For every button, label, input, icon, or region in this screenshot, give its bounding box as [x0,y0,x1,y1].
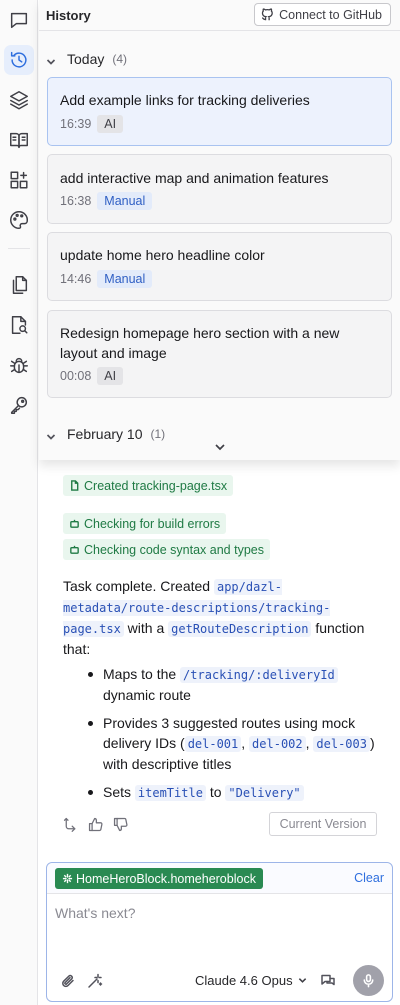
status-chip: Checking code syntax and types [63,539,270,560]
bug-icon[interactable] [4,350,34,380]
connect-github-button[interactable]: Connect to GitHub [254,3,391,26]
key-icon[interactable] [4,390,34,420]
message-text: to [205,784,226,800]
book-icon[interactable] [4,125,34,155]
status-chip-label: Checking code syntax and types [84,542,264,557]
history-item[interactable]: Redesign homepage hero section with a ne… [47,310,392,398]
history-item-title: update home hero headline color [60,247,265,263]
message-text: Task complete. Created [63,578,214,594]
assistant-message: Task complete. Created app/dazl-metadata… [63,576,383,659]
sparkle-icon [62,873,73,884]
chevron-down-icon [46,429,56,440]
source-badge: AI [97,367,124,385]
list-item: Sets itemTitle to "Delivery" [85,782,375,803]
inline-code: getRouteDescription [168,621,312,637]
history-item[interactable]: add interactive map and animation featur… [47,154,392,224]
scroll-down-chevron-icon[interactable] [213,440,227,454]
chat-mode-icon[interactable] [318,971,338,991]
feedback-actions [62,816,129,833]
microphone-button[interactable] [353,965,384,996]
message-text: Sets [103,784,135,800]
source-badge: Manual [97,192,153,210]
composer: HomeHeroBlock.homeheroblock Clear Claude… [46,862,393,1002]
status-chip-label: Checking for build errors [84,516,221,531]
list-item: Maps to the /tracking/:deliveryId dynami… [85,664,375,705]
left-rail [0,0,38,1005]
thumbs-up-icon[interactable] [87,816,104,833]
composer-toolbar: Claude 4.6 Opus [47,961,392,1001]
status-chip: Checking for build errors [63,513,227,534]
inline-code: del-002 [249,736,306,752]
clear-context-button[interactable]: Clear [354,871,384,885]
context-chip[interactable]: HomeHeroBlock.homeheroblock [55,868,263,889]
message-text: with a [123,620,169,636]
message-text: dynamic route [103,687,191,703]
layers-icon[interactable] [4,85,34,115]
created-file-label: Created tracking-page.tsx [84,478,228,493]
files-icon[interactable] [4,270,34,300]
group-today[interactable]: Today (4) [39,48,127,70]
inline-code: "Delivery" [225,785,304,801]
source-badge: AI [97,115,124,133]
inline-code: del-001 [184,736,242,752]
message-text: Maps to the [103,666,181,682]
palette-icon[interactable] [4,205,34,235]
history-item-title: add interactive map and animation featur… [60,170,329,186]
group-label: Today [67,51,105,67]
history-icon[interactable] [4,45,34,75]
context-chip-label: HomeHeroBlock.homeheroblock [76,871,256,886]
components-icon[interactable] [4,165,34,195]
chevron-down-icon [46,54,56,65]
revert-icon[interactable] [62,816,79,833]
context-bar: HomeHeroBlock.homeheroblock Clear [47,863,392,894]
prompt-input[interactable] [55,905,375,921]
inline-code: /tracking/:deliveryId [180,667,338,683]
robot-icon [70,545,79,554]
history-item-time: 16:39 [60,117,92,131]
model-selector[interactable]: Claude 4.6 Opus [195,973,307,988]
group-count: (4) [112,52,128,66]
github-icon [261,8,274,21]
magic-wand-icon[interactable] [85,971,105,991]
history-item-title: Redesign homepage hero section with a ne… [60,325,340,361]
connect-github-label: Connect to GitHub [279,7,382,22]
message-bullets: Maps to the /tracking/:deliveryId dynami… [85,664,375,811]
history-item[interactable]: Add example links for tracking deliverie… [47,77,392,146]
attach-icon[interactable] [58,971,78,991]
history-item-time: 14:46 [60,272,92,286]
inline-code: del-003 [313,736,370,752]
history-item-time: 00:08 [60,369,92,383]
chat-area: Created tracking-page.tsx Checking for b… [39,460,400,1005]
source-badge: Manual [97,270,153,288]
created-file-chip[interactable]: Created tracking-page.tsx [63,475,234,496]
group-count: (1) [150,427,166,441]
message-text: , [241,735,250,751]
history-header: History Connect to GitHub [39,0,400,31]
history-item[interactable]: update home hero headline color 14:46 Ma… [47,232,392,301]
chat-icon[interactable] [4,5,34,35]
history-title: History [46,8,91,23]
robot-icon [70,519,79,528]
list-item: Provides 3 suggested routes using mock d… [85,713,375,774]
inline-code: itemTitle [134,785,206,801]
file-icon [71,480,79,491]
history-item-title: Add example links for tracking deliverie… [60,92,310,108]
model-name: Claude 4.6 Opus [195,973,293,988]
microphone-icon [363,974,374,988]
group-label: February 10 [67,426,143,442]
history-item-time: 16:38 [60,194,92,208]
history-panel: History Connect to GitHub Today (4) Add … [39,0,400,460]
group-february-10[interactable]: February 10 (1) [39,423,165,445]
chevron-down-icon [298,978,306,983]
thumbs-down-icon[interactable] [112,816,129,833]
current-version-button[interactable]: Current Version [269,812,377,836]
file-search-icon[interactable] [4,310,34,340]
